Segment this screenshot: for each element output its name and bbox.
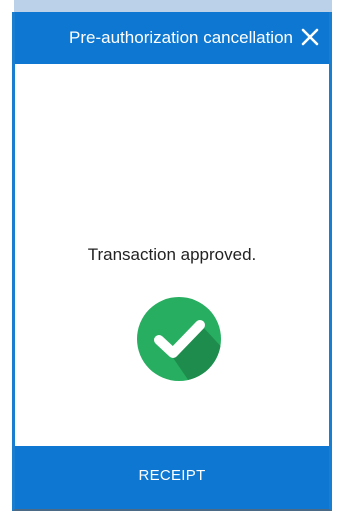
dialog: Pre-authorization cancellation Transacti…: [12, 12, 332, 511]
dialog-header: Pre-authorization cancellation: [15, 12, 329, 64]
dialog-title: Pre-authorization cancellation: [69, 28, 293, 47]
close-icon: [301, 28, 319, 46]
receipt-button[interactable]: RECEIPT: [15, 446, 329, 509]
check-circle-icon: [137, 297, 221, 381]
status-message: Transaction approved.: [87, 245, 257, 264]
close-button[interactable]: [297, 24, 323, 50]
dialog-body: Transaction approved.: [15, 64, 329, 446]
status-bar: [14, 0, 332, 12]
